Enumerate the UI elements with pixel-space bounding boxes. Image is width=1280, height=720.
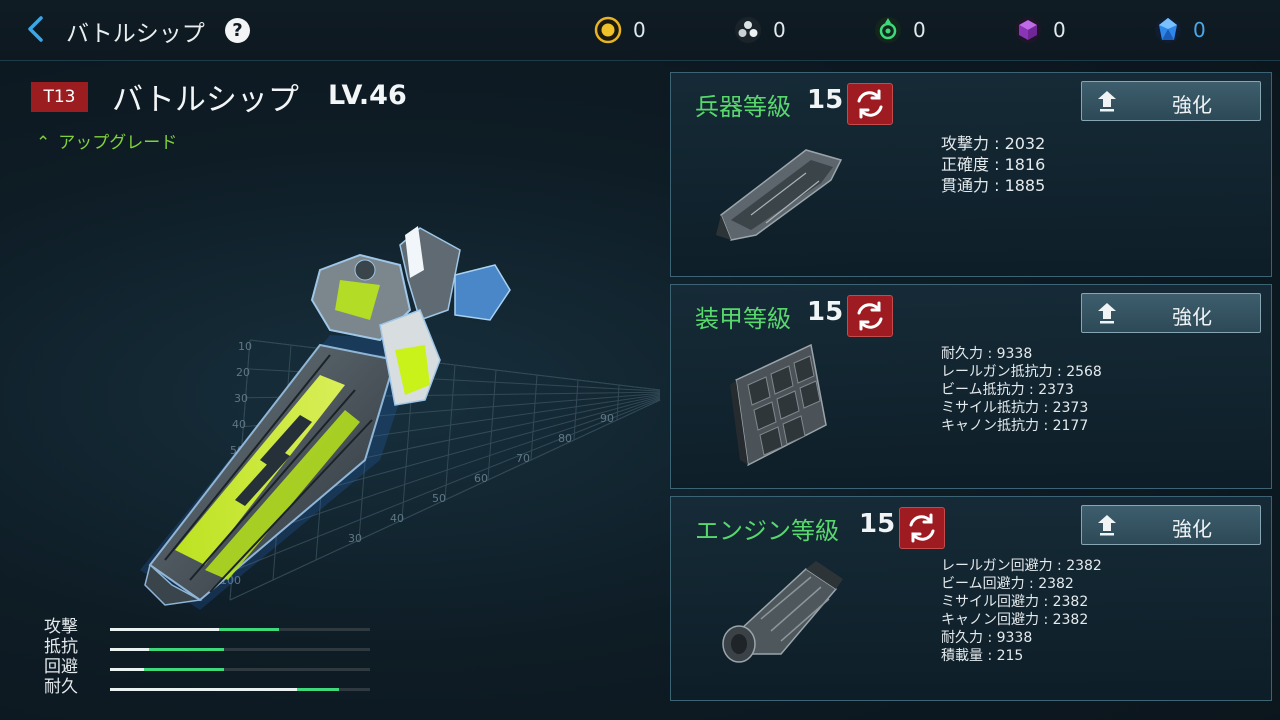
attribute-line: ミサイル抵抗力 : 2373 [941, 400, 1089, 416]
weapon-enhance-label: 強化 [1172, 93, 1212, 117]
grid-label: 10 [238, 340, 252, 353]
attribute-line: 積載量 : 215 [941, 648, 1024, 664]
top-bar: バトルシップ ? 0 0 0 0 0 [0, 0, 1280, 61]
stat-bar [110, 628, 370, 631]
crystal-cluster-icon [735, 17, 761, 43]
currency-gem-value: 0 [1193, 18, 1206, 42]
attribute-line: 耐久力 : 9338 [941, 346, 1033, 362]
ship-name: バトルシップ [112, 82, 299, 118]
ship-level: LV.46 [328, 80, 407, 111]
weapon-refresh-button[interactable] [847, 83, 893, 125]
armor-grade-value: 15 [807, 297, 844, 327]
attribute-line: 貫通力 : 1885 [941, 176, 1046, 195]
stat-row: 攻撃 [44, 617, 384, 638]
armor-enhance-label: 強化 [1172, 305, 1212, 329]
grid-label: 40 [232, 418, 246, 431]
grid-label: 90 [600, 412, 614, 425]
weapon-attributes: 攻撃力 : 2032 正確度 : 1816 貫通力 : 1885 [941, 133, 1045, 196]
stat-label: 回避 [44, 657, 78, 677]
engine-refresh-button[interactable] [899, 507, 945, 549]
weapon-panel: 兵器等級 15 強化 攻撃力 : 2032 正確度 : 1816 貫通力 : 188… [670, 72, 1272, 277]
stat-bar [110, 668, 370, 671]
blue-gem-icon [1155, 17, 1181, 43]
stat-bar [110, 648, 370, 651]
attribute-line: 正確度 : 1816 [941, 155, 1046, 174]
refresh-icon [909, 513, 935, 543]
attribute-line: ビーム回避力 : 2382 [941, 576, 1074, 592]
armor-panel: 装甲等級 15 強化 耐久力 : 9338 レールガン抵抗力 : 2568 ビーム抵… [670, 284, 1272, 489]
stat-bar-current [110, 628, 220, 631]
currency-reactor-value: 0 [913, 18, 926, 42]
engine-grade-title: エンジン等級 [695, 517, 839, 545]
engine-enhance-button[interactable]: 強化 [1081, 505, 1261, 545]
grid-label: 60 [474, 472, 488, 485]
attribute-line: 攻撃力 : 2032 [941, 134, 1046, 153]
page-title: バトルシップ [66, 21, 205, 47]
attribute-line: ビーム抵抗力 : 2373 [941, 382, 1074, 398]
armor-attributes: 耐久力 : 9338 レールガン抵抗力 : 2568 ビーム抵抗力 : 2373 ミサ… [941, 345, 1102, 435]
grid-label: 20 [236, 366, 250, 379]
back-arrow-icon[interactable] [22, 14, 52, 44]
stat-label: 抵抗 [44, 637, 78, 657]
chevron-up-icon: ⌃ [36, 133, 51, 153]
armor-part-image [730, 343, 827, 467]
engine-panel: エンジン等級 15 強化 レールガン回避力 : 2382 ビーム回避力 : 238… [670, 496, 1272, 701]
weapon-grade-title: 兵器等級 [695, 93, 791, 121]
gold-coin-icon [594, 16, 622, 44]
stat-bar-current [110, 688, 298, 691]
grid-label: 40 [390, 512, 404, 525]
ship-model-view[interactable]: 10203090408050706060705080409030100 [0, 160, 680, 630]
engine-enhance-label: 強化 [1172, 517, 1212, 541]
armor-refresh-button[interactable] [847, 295, 893, 337]
battleship-model [140, 226, 511, 610]
stat-label: 攻撃 [44, 617, 78, 637]
stat-label: 耐久 [44, 677, 78, 697]
stat-row: 抵抗 [44, 637, 384, 658]
refresh-icon [857, 301, 883, 331]
refresh-icon [857, 89, 883, 119]
weapon-enhance-button[interactable]: 強化 [1081, 81, 1261, 121]
weapon-part-image [716, 149, 843, 241]
attribute-line: ミサイル回避力 : 2382 [941, 594, 1089, 610]
stat-bar-current [110, 668, 144, 671]
tier-badge: T13 [31, 82, 88, 112]
weapon-grade-value: 15 [807, 85, 844, 115]
grid-label: 30 [348, 532, 362, 545]
ship-stats: 攻撃 抵抗 回避 耐久 [44, 617, 384, 698]
grid-label: 30 [234, 392, 248, 405]
attribute-line: キャノン抵抗力 : 2177 [941, 418, 1089, 434]
stat-bar [110, 688, 370, 691]
attribute-line: 耐久力 : 9338 [941, 630, 1033, 646]
attribute-line: レールガン抵抗力 : 2568 [941, 364, 1102, 380]
grid-label: 50 [432, 492, 446, 505]
stat-bar-current [110, 648, 149, 651]
upgrade-toggle[interactable]: ⌃ アップグレード [36, 128, 177, 153]
grid-label: 70 [516, 452, 530, 465]
engine-grade-value: 15 [859, 509, 896, 539]
currency-gold-value: 0 [633, 18, 646, 42]
purple-cube-icon [1015, 17, 1041, 43]
reactor-icon [875, 17, 901, 43]
attribute-line: レールガン回避力 : 2382 [941, 558, 1102, 574]
attribute-line: キャノン回避力 : 2382 [941, 612, 1089, 628]
stat-row: 回避 [44, 657, 384, 678]
engine-part-image [722, 561, 843, 663]
currency-cube-value: 0 [1053, 18, 1066, 42]
engine-attributes: レールガン回避力 : 2382 ビーム回避力 : 2382 ミサイル回避力 : 23… [941, 557, 1102, 665]
help-button[interactable]: ? [225, 18, 250, 43]
grid-label: 80 [558, 432, 572, 445]
stat-row: 耐久 [44, 677, 384, 698]
armor-enhance-button[interactable]: 強化 [1081, 293, 1261, 333]
armor-grade-title: 装甲等級 [695, 305, 791, 333]
currency-crystal-value: 0 [773, 18, 786, 42]
upgrade-label: アップグレード [58, 133, 178, 153]
